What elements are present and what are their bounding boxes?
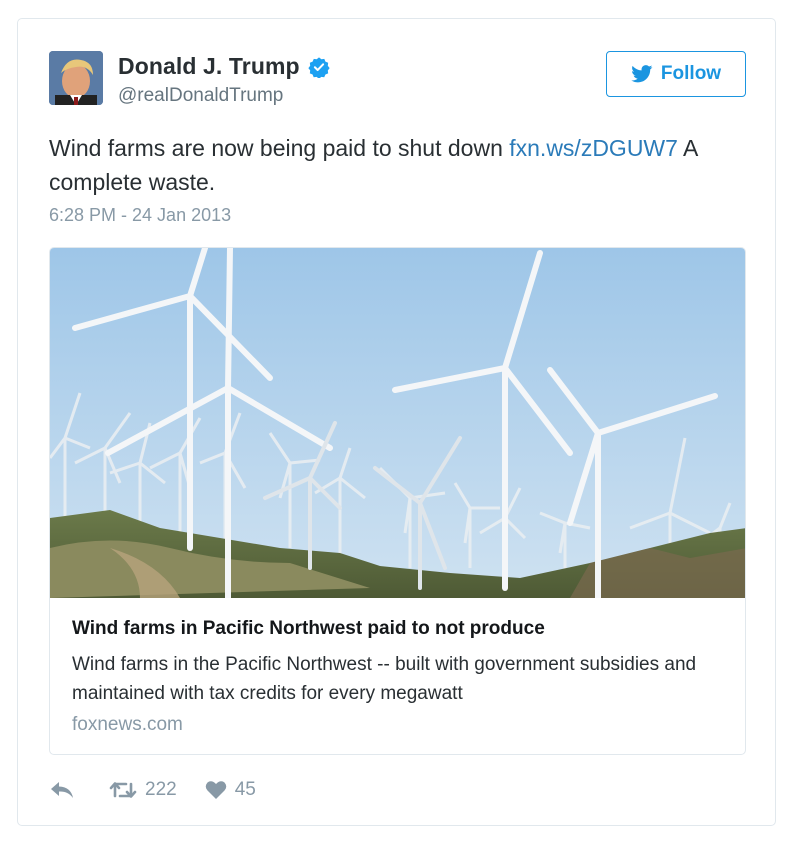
- follow-button-label: Follow: [660, 63, 722, 84]
- display-name[interactable]: Donald J. Trump: [118, 53, 300, 80]
- tweet-actions: 222 45: [49, 779, 256, 801]
- tweet-link[interactable]: fxn.ws/zDGUW7: [509, 135, 678, 161]
- card-description: Wind farms in the Pacific Northwest -- b…: [72, 654, 697, 704]
- verified-badge-icon: [308, 56, 330, 78]
- author-handle[interactable]: @realDonaldTrump: [118, 85, 283, 107]
- retweet-button[interactable]: 222: [109, 779, 177, 801]
- wind-turbines-image: [50, 248, 745, 598]
- retweet-count: 222: [145, 779, 177, 800]
- retweet-icon: [109, 782, 137, 798]
- twitter-bird-icon: [631, 65, 653, 83]
- like-button[interactable]: 45: [205, 779, 256, 801]
- card-domain: foxnews.com: [72, 714, 183, 735]
- tweet-text-start: Wind farms are now being paid to shut do…: [49, 135, 510, 161]
- avatar-photo: [49, 51, 103, 105]
- tweet-timestamp[interactable]: 6:28 PM - 24 Jan 2013: [49, 205, 231, 226]
- tweet-card: Donald J. Trump @realDonaldTrump Follow …: [17, 18, 776, 826]
- reply-button[interactable]: [49, 780, 75, 800]
- author-name-row: Donald J. Trump: [118, 53, 330, 80]
- like-count: 45: [234, 779, 256, 800]
- follow-button[interactable]: Follow: [606, 51, 746, 97]
- heart-icon: [205, 781, 226, 799]
- avatar[interactable]: [49, 51, 103, 105]
- card-title: Wind farms in Pacific Northwest paid to …: [72, 618, 545, 639]
- link-card[interactable]: Wind farms in Pacific Northwest paid to …: [49, 247, 746, 755]
- reply-icon: [51, 782, 73, 798]
- tweet-text: Wind farms are now being paid to shut do…: [49, 131, 749, 199]
